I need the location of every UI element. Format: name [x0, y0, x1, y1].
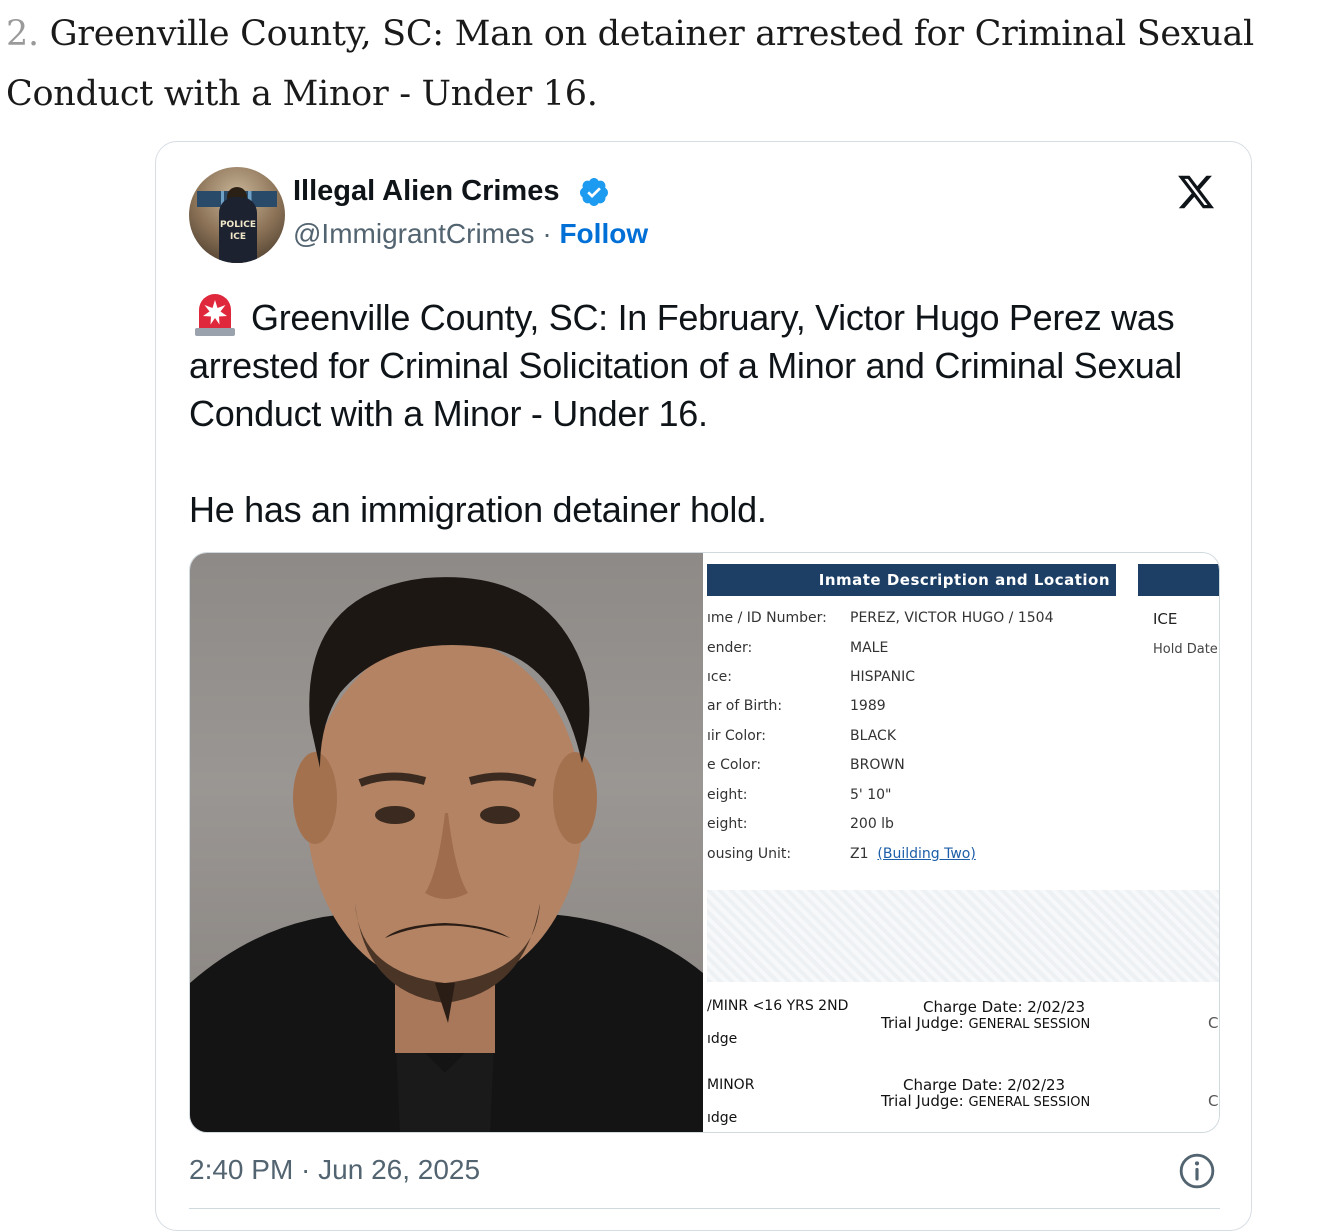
charge-description: MINOR — [707, 1077, 755, 1093]
trial-judge: Trial Judge: GENERAL SESSION — [881, 1092, 1091, 1110]
author-handle[interactable]: @ImmigrantCrimes — [293, 218, 535, 249]
inmate-record-header-right — [1138, 564, 1219, 596]
tweet-timestamp[interactable]: 2:40 PM · Jun 26, 2025 — [189, 1154, 480, 1186]
author-name[interactable]: Illegal Alien Crimes — [293, 175, 559, 208]
tweet-divider — [189, 1208, 1220, 1209]
charge-edge-text: C — [1208, 1014, 1219, 1032]
field-value: BROWN — [850, 757, 905, 773]
hold-date-label: Hold Date — [1153, 642, 1218, 657]
follow-button[interactable]: Follow — [559, 218, 648, 249]
field-label: ıce: — [707, 669, 732, 685]
housing-link[interactable]: (Building Two) — [877, 846, 975, 862]
field-label: ar of Birth: — [707, 698, 783, 714]
charge-sub: ıdge — [707, 1031, 738, 1047]
field-label: e Color: — [707, 757, 762, 773]
charge-sub: ıdge — [707, 1110, 738, 1126]
field-value: 5' 10" — [850, 787, 892, 803]
heading-text: Greenville County, SC: Man on detainer a… — [6, 14, 1254, 114]
charge-description: /MINR <16 YRS 2ND — [707, 998, 849, 1014]
field-label: ender: — [707, 640, 753, 656]
field-label: eight: — [707, 787, 748, 803]
siren-emoji-icon — [195, 294, 235, 336]
tweet-text: Greenville County, SC: In February, Vict… — [189, 290, 1229, 534]
ice-label: ICE — [1153, 610, 1178, 628]
field-value: Z1 (Building Two) — [850, 846, 976, 862]
avatar[interactable]: POLICE ICE — [189, 167, 285, 263]
field-label: eight: — [707, 816, 748, 832]
tweet-text-line2: He has an immigration detainer hold. — [189, 489, 767, 530]
mugshot-illustration — [190, 577, 703, 1132]
inmate-record: Inmate Description and Location ıme / ID… — [703, 553, 1219, 1132]
charge-edge-text: C — [1208, 1092, 1219, 1110]
tweet-media[interactable]: Inmate Description and Location ıme / ID… — [189, 552, 1220, 1133]
field-value: MALE — [850, 640, 889, 656]
handle-separator: · — [534, 218, 560, 249]
handle-row: @ImmigrantCrimes · Follow — [293, 218, 648, 250]
record-pattern-band — [707, 890, 1219, 982]
field-label: ıir Color: — [707, 728, 767, 744]
embedded-tweet[interactable]: POLICE ICE Illegal Alien Crimes @Immigra… — [155, 141, 1252, 1231]
tweet-text-line1: Greenville County, SC: In February, Vict… — [189, 297, 1182, 434]
field-value: 200 lb — [850, 816, 894, 832]
field-label: ousing Unit: — [707, 846, 792, 862]
field-value: 1989 — [850, 698, 886, 714]
avatar-badge-text: POLICE ICE — [219, 220, 257, 242]
field-label: ıme / ID Number: — [707, 610, 827, 626]
item-number: 2. — [6, 14, 39, 54]
mugshot-photo[interactable] — [190, 553, 703, 1132]
field-value: HISPANIC — [850, 669, 916, 685]
info-icon[interactable] — [1178, 1152, 1216, 1190]
trial-judge: Trial Judge: GENERAL SESSION — [881, 1014, 1091, 1032]
field-value: PEREZ, VICTOR HUGO / 1504 — [850, 610, 1054, 626]
field-value: BLACK — [850, 728, 897, 744]
verified-badge-icon — [579, 178, 608, 206]
article-heading: 2. Greenville County, SC: Man on detaine… — [6, 4, 1326, 124]
inmate-record-header: Inmate Description and Location — [707, 564, 1116, 596]
x-logo-icon[interactable] — [1174, 172, 1218, 212]
